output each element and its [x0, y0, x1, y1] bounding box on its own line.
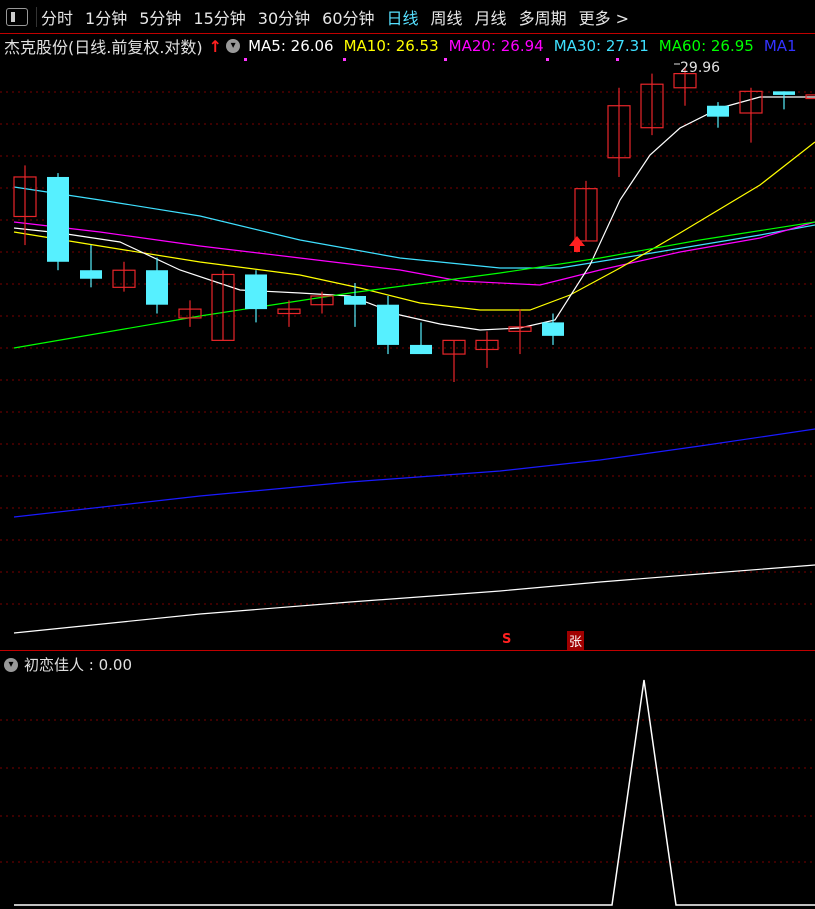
- candle-body: [773, 91, 795, 95]
- indicator-line: [14, 679, 815, 906]
- chevron-down-icon[interactable]: ▾: [4, 657, 18, 672]
- signal-tick: [444, 58, 447, 61]
- ma250-line: [13, 564, 815, 634]
- candle-body: [146, 270, 168, 305]
- high-price-label: 29.96: [680, 60, 721, 76]
- candle-body: [707, 105, 729, 117]
- ma30-line: [13, 186, 815, 269]
- signal-s-marker: S: [502, 632, 512, 647]
- ma120-line: [13, 428, 815, 518]
- signal-tick: [616, 58, 619, 61]
- candle-body: [47, 176, 69, 262]
- candle-body: [377, 304, 399, 345]
- indicator-label: 初恋佳人 : 0.00: [24, 656, 132, 674]
- candle-body: [80, 270, 102, 279]
- ma60-line: [13, 221, 815, 349]
- candle-body: [542, 322, 564, 336]
- signal-tick: [244, 58, 247, 61]
- signal-tick: [343, 58, 346, 61]
- candle-body: [245, 274, 267, 310]
- ma20-line: [13, 221, 815, 286]
- up-arrow-icon: [569, 236, 585, 252]
- pane-separator: [0, 650, 815, 651]
- kline-chart[interactable]: [0, 0, 815, 909]
- candle-body: [344, 295, 366, 305]
- indicator-info-line: ▾ 初恋佳人 : 0.00: [4, 654, 132, 675]
- signal-tick: [546, 58, 549, 61]
- signal-zhang-marker: 张: [567, 631, 585, 650]
- ma5-line: [13, 96, 815, 331]
- candle-body: [410, 344, 432, 355]
